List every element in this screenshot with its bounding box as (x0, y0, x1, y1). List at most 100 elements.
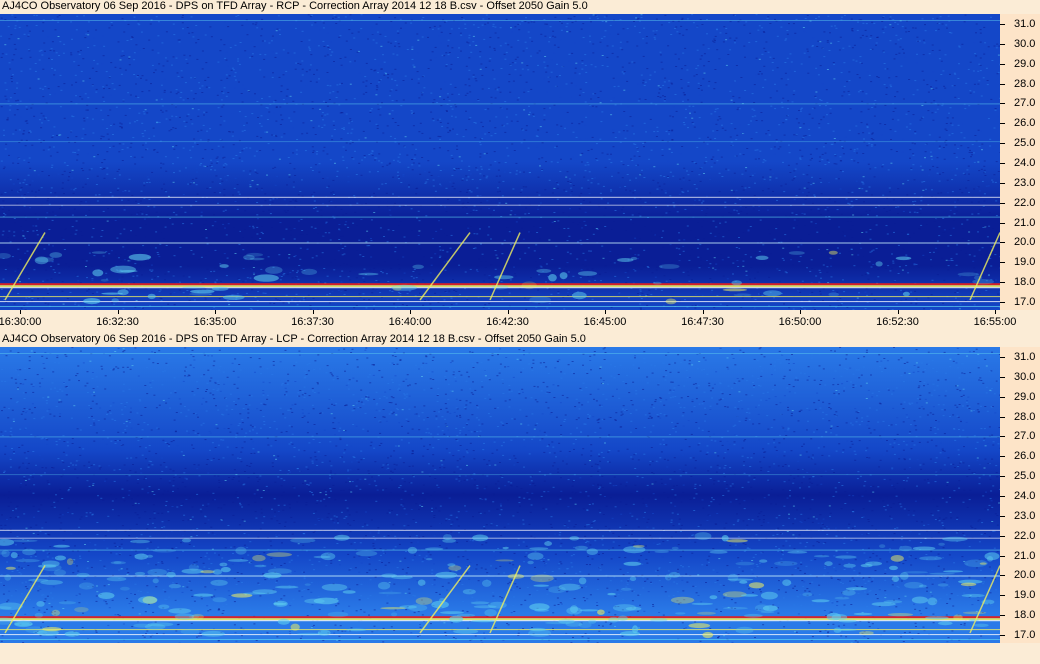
emission-blob (927, 597, 938, 606)
emission-blob (533, 584, 549, 587)
y-tick-label: 21.0 (1014, 216, 1036, 229)
y-tick (1000, 302, 1005, 304)
y-tick (1000, 222, 1005, 224)
emission-blob (83, 298, 101, 305)
emission-blob (471, 620, 498, 623)
y-tick (1000, 63, 1005, 65)
emission-blob (722, 591, 747, 598)
emission-blob (566, 607, 583, 615)
emission-blob (529, 547, 549, 550)
emission-blob (147, 622, 174, 627)
y-tick-label: 18.0 (1014, 276, 1036, 289)
emission-blob (629, 576, 637, 582)
emission-blob (735, 626, 754, 634)
emission-blob (313, 555, 331, 559)
emission-blob (670, 596, 695, 604)
y-tick (1000, 595, 1005, 597)
emission-blob (787, 550, 808, 554)
emission-blob (890, 555, 904, 562)
emission-blob (943, 570, 964, 573)
y-tick-label: 26.0 (1014, 450, 1036, 463)
emission-blob (425, 547, 444, 551)
emission-blob (620, 587, 632, 591)
interference-line (0, 549, 1000, 551)
emission-blob (447, 563, 456, 567)
emission-blob (668, 571, 681, 578)
emission-blob (835, 555, 857, 559)
emission-blob (938, 542, 945, 546)
emission-blob (658, 264, 680, 269)
emission-blob (694, 532, 712, 541)
x-tick-label: 16:42:30 (486, 316, 529, 328)
emission-blob (425, 558, 433, 561)
emission-blob (290, 538, 316, 543)
y-tick (1000, 202, 1005, 204)
emission-blob (841, 589, 856, 596)
emission-blob (158, 604, 170, 610)
emission-blob (51, 609, 60, 616)
emission-blob (58, 601, 76, 605)
emission-blob (544, 541, 552, 546)
emission-blob (903, 571, 929, 574)
interference-line (0, 141, 1000, 143)
emission-blob (871, 602, 896, 607)
emission-blob (391, 612, 398, 617)
y-tick (1000, 43, 1005, 45)
x-tick (995, 310, 996, 314)
emission-blob (49, 252, 63, 258)
emission-blob (304, 598, 325, 604)
emission-blob (968, 619, 980, 622)
emission-blob (727, 578, 754, 581)
y-tick (1000, 356, 1005, 358)
emission-blob (612, 604, 637, 612)
y-tick-label: 29.0 (1014, 57, 1036, 70)
emission-blob (649, 618, 668, 622)
emission-blob (22, 548, 36, 556)
x-tick-label: 16:35:00 (193, 316, 237, 328)
emission-blob (358, 272, 379, 276)
emission-blob (392, 285, 402, 291)
emission-blob (180, 628, 200, 635)
emission-blob (168, 583, 181, 589)
x-tick-label: 16:47:30 (681, 316, 724, 328)
emission-blob (290, 623, 300, 631)
emission-blob (128, 253, 152, 261)
emission-blob (111, 298, 119, 303)
emission-blob (536, 268, 552, 273)
y-tick-label: 23.0 (1014, 176, 1036, 189)
emission-blob (528, 629, 552, 637)
emission-blob (201, 630, 225, 637)
emission-blob (181, 538, 192, 543)
interference-line (0, 616, 1000, 619)
emission-blob (788, 251, 805, 255)
emission-blob (953, 614, 963, 621)
y-tick-label: 28.0 (1014, 77, 1036, 90)
y-tick (1000, 123, 1005, 125)
y-tick-label: 17.0 (1014, 296, 1036, 309)
interference-line (0, 474, 1000, 476)
emission-blob (235, 546, 247, 555)
emission-blob (691, 602, 713, 606)
emission-blob (577, 271, 598, 276)
emission-blob (110, 561, 126, 565)
y-tick (1000, 143, 1005, 145)
emission-blob (938, 621, 953, 626)
emission-blob (415, 597, 433, 605)
emission-blob (457, 613, 475, 617)
interference-line (0, 301, 1000, 303)
emission-blob (494, 275, 514, 280)
emission-blob (586, 548, 598, 555)
y-tick (1000, 416, 1005, 418)
y-tick (1000, 162, 1005, 164)
emission-blob (440, 611, 464, 614)
emission-blob (342, 590, 356, 594)
emission-blob (254, 564, 267, 568)
emission-blob (147, 293, 156, 300)
emission-blob (53, 569, 66, 576)
emission-blob (134, 553, 148, 560)
emission-blob (630, 256, 638, 261)
emission-blob (355, 550, 378, 557)
emission-blob (36, 601, 45, 607)
y-tick-label: 22.0 (1014, 529, 1036, 542)
y-tick (1000, 635, 1005, 637)
